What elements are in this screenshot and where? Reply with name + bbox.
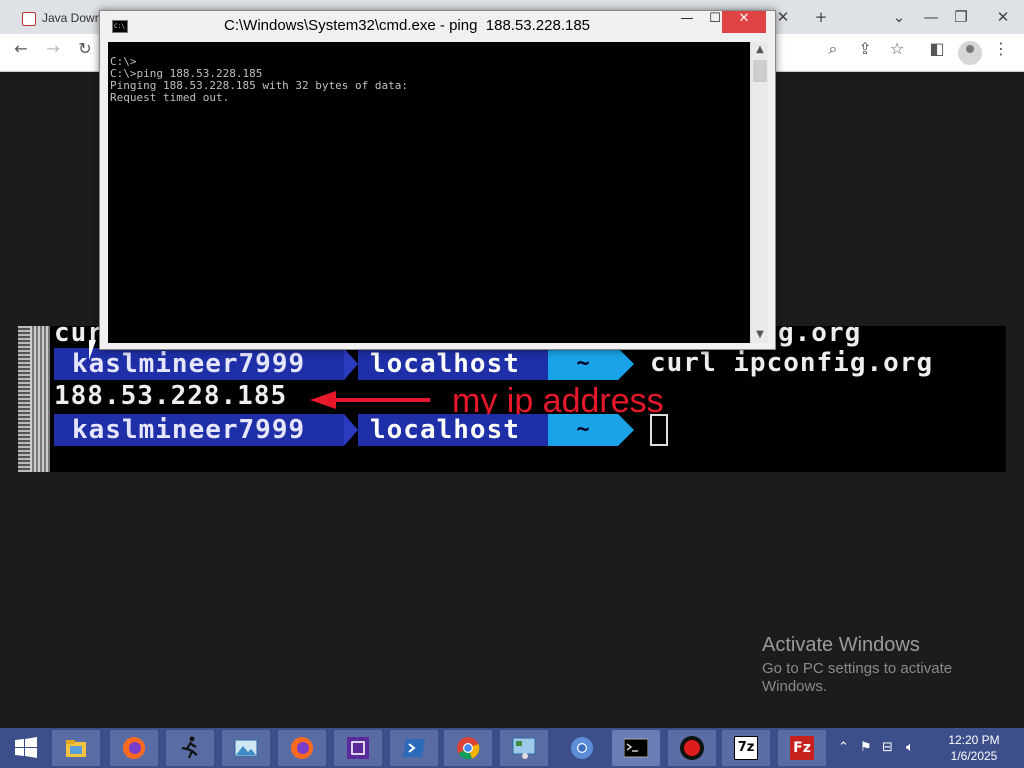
taskbar-chromium[interactable]	[558, 730, 606, 766]
taskbar-powershell[interactable]	[390, 730, 438, 766]
taskbar-runner-app[interactable]	[166, 730, 214, 766]
prompt-end-arrow-icon	[618, 348, 634, 380]
browser-tab[interactable]: Java Down	[8, 4, 104, 34]
taskbar-firefox[interactable]	[110, 730, 158, 766]
taskbar-7zip[interactable]: 7z	[722, 730, 770, 766]
terminal-partial-line-left: cur	[54, 318, 104, 348]
cmd-icon	[624, 738, 648, 758]
taskbar-chrome[interactable]	[444, 730, 492, 766]
scroll-up-icon[interactable]: ▲	[751, 42, 769, 58]
cmd-scrollbar[interactable]: ▲ ▼	[750, 42, 768, 343]
prompt-dir: ~	[548, 348, 618, 380]
volume-icon[interactable]: 🔈︎	[906, 740, 914, 755]
terminal-edge-decoration-2	[30, 326, 50, 472]
clock-time: 12:20 PM	[948, 733, 1000, 747]
taskbar-recorder[interactable]	[668, 730, 716, 766]
tab-search-dropdown[interactable]: ⌄	[886, 4, 912, 30]
browser-tab-label: Java Down	[42, 11, 102, 25]
reload-icon[interactable]: ↻	[72, 39, 98, 65]
taskbar-control-panel[interactable]	[500, 730, 548, 766]
runner-icon	[181, 736, 198, 759]
side-panel-icon[interactable]: ◧	[924, 39, 950, 65]
taskbar: 7z Fz ⌃ ⚑ ⊟ 🔈︎	[0, 728, 1024, 768]
terminal-partial-line-right: g.org	[778, 318, 862, 348]
scroll-down-icon[interactable]: ▼	[751, 327, 769, 343]
cmd-app-icon[interactable]: C:\	[112, 20, 128, 33]
cmd-window[interactable]: C:\ C:\Windows\System32\cmd.exe - ping 1…	[99, 10, 776, 350]
forward-icon[interactable]: →	[40, 39, 66, 65]
windows-start-icon	[15, 737, 37, 758]
clock-date: 1/6/2025	[950, 749, 998, 763]
taskbar-filezilla[interactable]: Fz	[778, 730, 826, 766]
mouse-pointer-icon	[89, 340, 96, 360]
new-tab-button[interactable]: +	[808, 4, 834, 30]
prompt-host: localhost	[358, 348, 548, 380]
close-browser-button[interactable]: ✕	[990, 4, 1016, 30]
flag-icon[interactable]: ⚑	[860, 740, 872, 755]
record-icon	[680, 736, 704, 760]
powershell-icon	[403, 739, 425, 757]
taskbar-firefox-2[interactable]	[278, 730, 326, 766]
firefox-icon	[123, 737, 145, 759]
filezilla-icon: Fz	[790, 736, 814, 760]
network-icon[interactable]: ⊟	[882, 740, 893, 755]
scroll-thumb[interactable]	[753, 60, 767, 82]
prompt-separator-icon	[344, 348, 358, 380]
taskbar-photos[interactable]	[222, 730, 270, 766]
minimize-browser-button[interactable]: —	[918, 4, 944, 30]
restore-browser-button[interactable]: ❐	[948, 4, 974, 30]
java-favicon-icon	[22, 12, 36, 26]
terminal-output-ip: 188.53.228.185	[54, 381, 288, 411]
cmd-minimize-button[interactable]: —	[672, 11, 702, 33]
prompt-end-arrow-icon-2	[618, 414, 634, 446]
cmd-line: Request timed out.	[110, 91, 230, 104]
taskbar-file-explorer[interactable]	[52, 730, 100, 766]
taskbar-chip-app[interactable]	[334, 730, 382, 766]
control-panel-icon	[512, 737, 536, 759]
terminal-command: curl ipconfig.org	[650, 348, 934, 378]
7zip-icon: 7z	[734, 736, 758, 760]
back-icon[interactable]: ←	[8, 39, 34, 65]
zoom-icon[interactable]: ⌕	[820, 39, 846, 65]
show-hidden-icons-icon[interactable]: ⌃	[838, 740, 849, 755]
activate-windows-subtitle: Go to PC settings to activate Windows.	[762, 660, 953, 695]
cmd-console[interactable]: C:\> C:\>ping 188.53.228.185 Pinging 188…	[108, 42, 750, 343]
file-explorer-icon	[66, 740, 86, 757]
share-icon[interactable]: ⇪	[852, 39, 878, 65]
chromium-icon	[571, 737, 593, 759]
prompt-user-2: kaslmineer7999	[54, 414, 344, 446]
prompt-separator-icon-3	[344, 414, 358, 446]
cmd-titlebar[interactable]: C:\ C:\Windows\System32\cmd.exe - ping 1…	[100, 11, 775, 41]
prompt-host-2: localhost	[358, 414, 548, 446]
prompt-user: kaslmineer7999	[54, 348, 344, 380]
chrome-icon	[457, 737, 480, 760]
menu-kebab-icon[interactable]: ⋮	[988, 39, 1014, 65]
bookmark-star-icon[interactable]: ☆	[884, 39, 910, 65]
prompt-dir-2: ~	[548, 414, 618, 446]
taskbar-cmd[interactable]	[612, 730, 660, 766]
activate-windows-title: Activate Windows	[762, 634, 920, 656]
chip-icon	[347, 737, 369, 759]
annotation-arrow-icon	[310, 391, 430, 409]
profile-avatar-icon[interactable]	[958, 41, 982, 65]
cmd-close-button[interactable]: ✕	[722, 11, 766, 33]
clock[interactable]: 12:20 PM 1/6/2025	[934, 732, 1014, 764]
firefox-icon-2	[291, 737, 313, 759]
photos-icon	[234, 739, 258, 757]
terminal-cursor[interactable]	[650, 414, 668, 446]
cmd-window-title: C:\Windows\System32\cmd.exe - ping 188.5…	[224, 17, 591, 34]
start-button[interactable]	[2, 730, 50, 766]
